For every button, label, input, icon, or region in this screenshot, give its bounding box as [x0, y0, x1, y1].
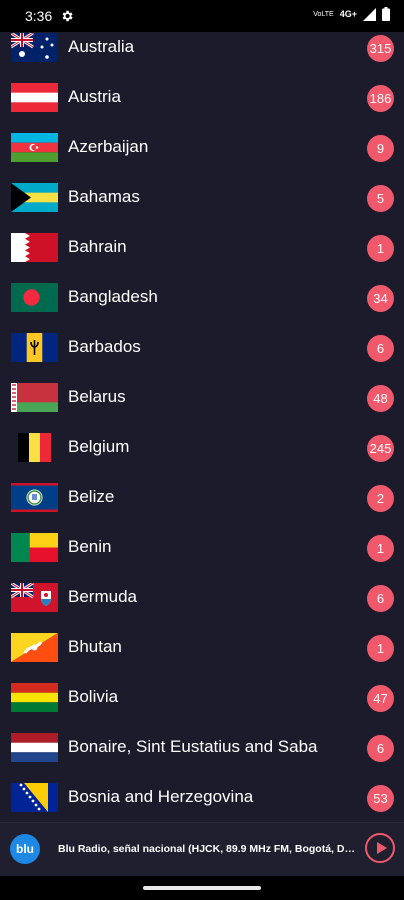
flag-barbados-icon	[11, 333, 58, 362]
station-count-badge: 53	[367, 785, 394, 812]
station-count-badge: 245	[367, 435, 394, 462]
station-count-badge: 34	[367, 285, 394, 312]
country-name: Bolivia	[68, 687, 119, 706]
flag-bhutan-icon	[11, 633, 58, 662]
country-row-australia[interactable]: Australia 315	[0, 23, 404, 73]
station-title[interactable]: Blu Radio, señal nacional (HJCK, 89.9 MH…	[58, 843, 356, 855]
flag-bahamas-icon	[11, 183, 58, 212]
country-row-bonaire[interactable]: Bonaire, Sint Eustatius and Saba 6	[0, 723, 404, 773]
flag-belarus-icon	[11, 383, 58, 412]
station-count-badge: 5	[367, 185, 394, 212]
station-count-badge: 6	[367, 735, 394, 762]
flag-bahrain-icon	[11, 233, 58, 262]
country-name: Bangladesh	[68, 287, 158, 306]
flag-bonaire-icon	[11, 733, 58, 762]
navigation-bar	[0, 876, 404, 900]
flag-benin-icon	[11, 533, 58, 562]
flag-belgium-icon	[11, 433, 58, 462]
status-time: 3:36	[25, 8, 53, 24]
country-name: Bhutan	[68, 637, 122, 656]
gear-icon	[62, 10, 73, 22]
home-handle[interactable]	[143, 886, 261, 890]
country-name: Belarus	[68, 387, 126, 406]
country-row-bahamas[interactable]: Bahamas 5	[0, 173, 404, 223]
country-row-austria[interactable]: Austria 186	[0, 73, 404, 123]
flag-bangladesh-icon	[11, 283, 58, 312]
country-row-barbados[interactable]: Barbados 6	[0, 323, 404, 373]
station-count-badge: 48	[367, 385, 394, 412]
country-name: Belgium	[68, 437, 130, 456]
country-name: Bermuda	[68, 587, 137, 606]
country-row-azerbaijan[interactable]: Azerbaijan 9	[0, 123, 404, 173]
country-list[interactable]: Australia 315 Austria 186 Azerbaijan 9 Bahamas…	[0, 23, 404, 823]
flag-belize-icon	[11, 483, 58, 512]
station-count-badge: 315	[367, 35, 394, 62]
mini-player[interactable]: blu Blu Radio, señal nacional (HJCK, 89.…	[0, 822, 404, 877]
station-count-badge: 1	[367, 635, 394, 662]
country-row-bhutan[interactable]: Bhutan 1	[0, 623, 404, 673]
flag-bosnia-icon	[11, 783, 58, 812]
country-row-bolivia[interactable]: Bolivia 47	[0, 673, 404, 723]
network-type: 4G+	[339, 9, 357, 19]
country-name: Bahamas	[68, 187, 140, 206]
country-row-belarus[interactable]: Belarus 48	[0, 373, 404, 423]
flag-azerbaijan-icon	[11, 133, 58, 162]
station-count-badge: 9	[367, 135, 394, 162]
signal-icon	[363, 7, 376, 21]
country-row-bahrain[interactable]: Bahrain 1	[0, 223, 404, 273]
country-row-benin[interactable]: Benin 1	[0, 523, 404, 573]
country-row-bermuda[interactable]: Bermuda 6	[0, 573, 404, 623]
flag-bolivia-icon	[11, 683, 58, 712]
country-name: Bonaire, Sint Eustatius and Saba	[68, 737, 318, 756]
country-name: Bosnia and Herzegovina	[68, 787, 254, 806]
station-count-badge: 2	[367, 485, 394, 512]
country-name: Benin	[68, 537, 112, 556]
country-name: Austria	[68, 87, 121, 106]
station-count-badge: 1	[367, 535, 394, 562]
flag-austria-icon	[11, 83, 58, 112]
country-row-bosnia[interactable]: Bosnia and Herzegovina 53	[0, 773, 404, 823]
country-name: Bahrain	[68, 237, 127, 256]
station-count-badge: 6	[367, 585, 394, 612]
volte-indicator: VoLTE	[313, 10, 334, 18]
country-row-belgium[interactable]: Belgium 245	[0, 423, 404, 473]
country-name: Barbados	[68, 337, 141, 356]
flag-bermuda-icon	[11, 583, 58, 612]
station-logo: blu	[10, 834, 40, 864]
station-count-badge: 6	[367, 335, 394, 362]
station-count-badge: 186	[367, 85, 394, 112]
country-name: Azerbaijan	[68, 137, 149, 156]
station-count-badge: 1	[367, 235, 394, 262]
country-row-bangladesh[interactable]: Bangladesh 34	[0, 273, 404, 323]
country-row-belize[interactable]: Belize 2	[0, 473, 404, 523]
country-name: Australia	[68, 37, 135, 56]
play-icon[interactable]	[365, 833, 395, 863]
battery-icon	[382, 7, 390, 21]
station-count-badge: 47	[367, 685, 394, 712]
flag-australia-icon	[11, 33, 58, 62]
country-name: Belize	[68, 487, 115, 506]
